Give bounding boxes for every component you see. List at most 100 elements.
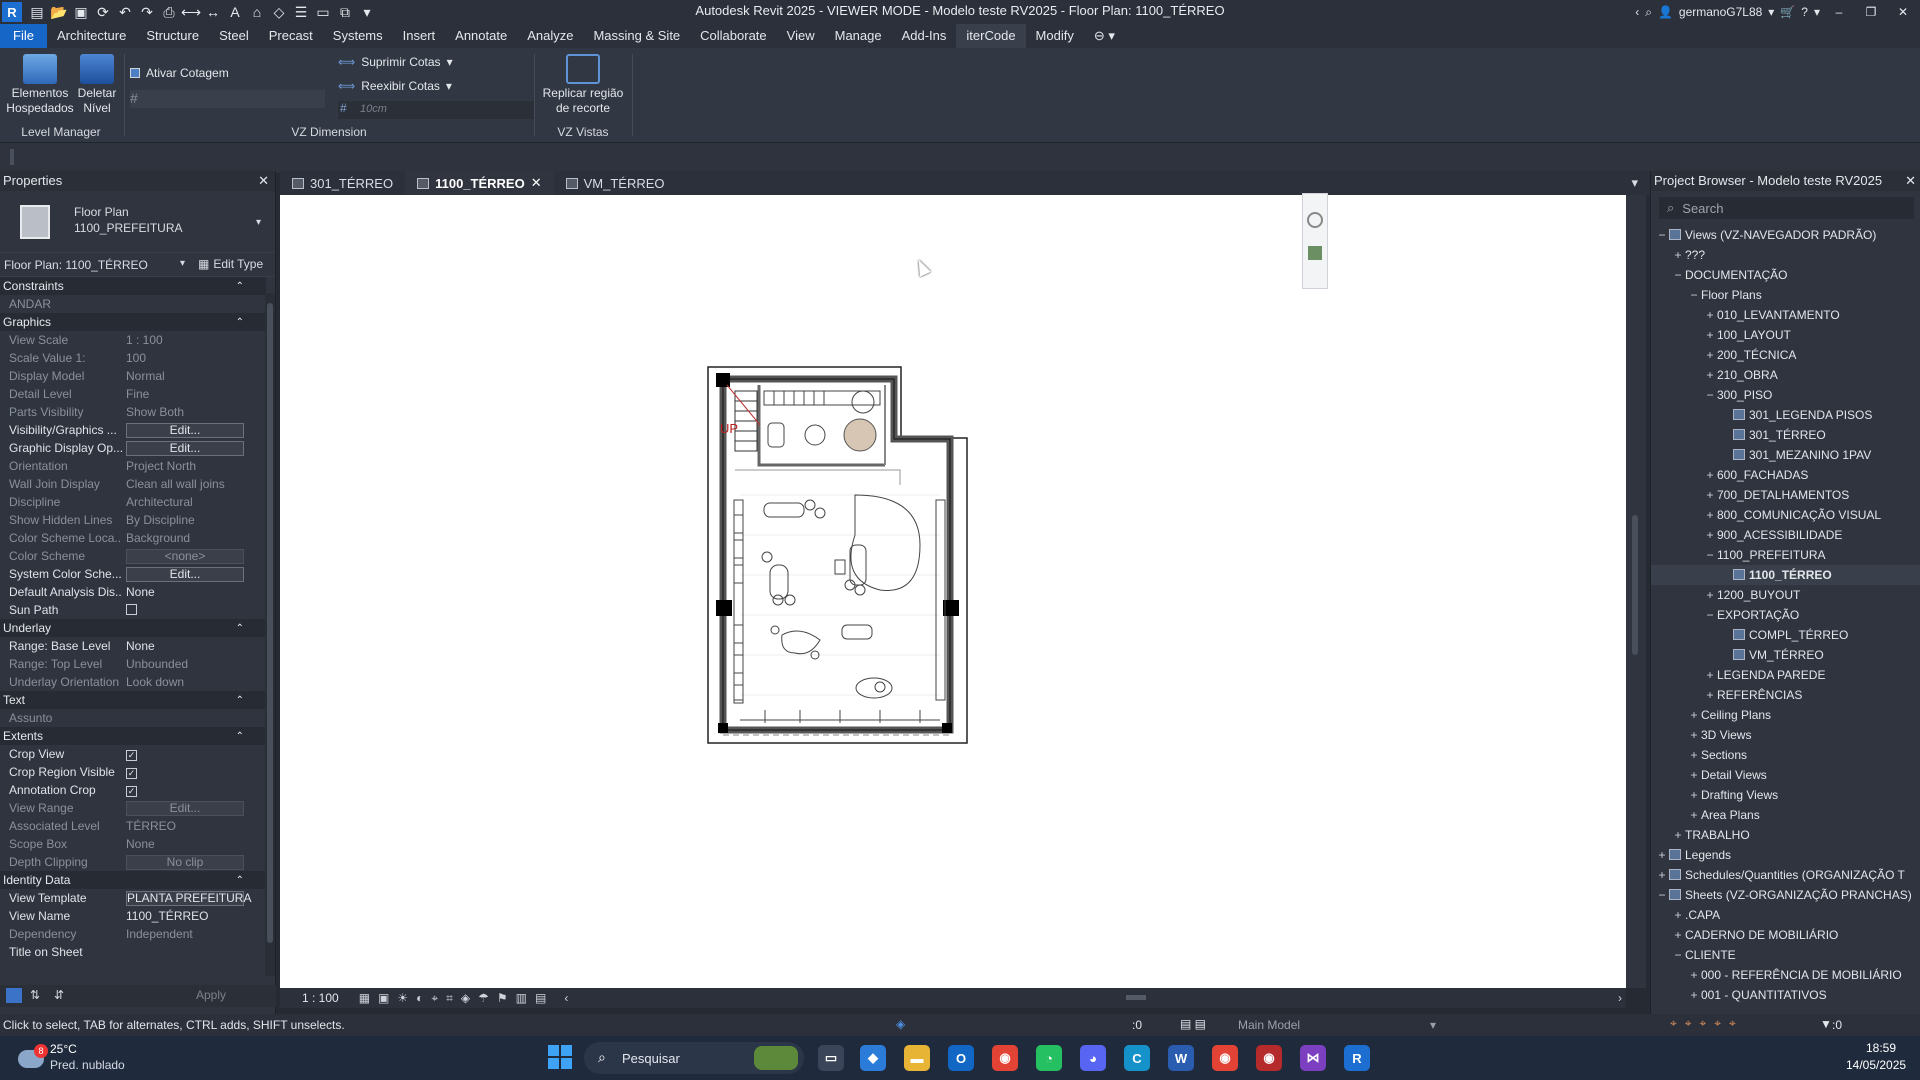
chevron-left-icon[interactable]: ‹ [1635,5,1639,19]
task-view-icon[interactable]: ▭ [818,1045,844,1071]
chrome-profile-icon[interactable]: ◉ [1212,1045,1238,1071]
outlook-icon[interactable]: O [948,1045,974,1071]
browser-item[interactable]: +??? [1651,245,1920,265]
group-extents[interactable]: Extents [0,727,266,746]
expand-icon[interactable]: + [1703,465,1717,485]
tab-structure[interactable]: Structure [136,24,209,48]
browser-item[interactable]: + CADERNO DE MOBILIÁRIO [1651,925,1920,945]
expand-icon[interactable]: + [1703,505,1717,525]
customize-qat-icon[interactable]: ▾ [356,2,378,22]
clock-date[interactable]: 14/05/2025 [1846,1058,1906,1072]
expand-icon[interactable]: + [1687,745,1701,765]
collapse-icon[interactable]: − [1687,285,1701,305]
prop-annotation-crop[interactable]: Annotation Crop ✓ [0,781,266,799]
tab-view[interactable]: View [777,24,825,48]
clock-time[interactable]: 18:59 [1866,1041,1896,1055]
prop-title-on-sheet[interactable]: Title on Sheet [0,943,266,961]
annotation-crop-checkbox[interactable]: ✓ [126,786,137,797]
chevron-left-icon[interactable]: ‹ [564,991,568,1005]
crop-region-checkbox[interactable]: ✓ [126,768,137,779]
sort-icon[interactable]: ⇅ [30,988,40,1002]
collapse-icon[interactable]: − [1671,945,1685,965]
browser-item[interactable]: +210_OBRA [1651,365,1920,385]
browser-search-input[interactable]: ⌕ Search [1659,197,1914,219]
prop-crop-view[interactable]: Crop View ✓ [0,745,266,763]
browser-item[interactable]: + Ceiling Plans [1651,705,1920,725]
tab-modify[interactable]: Modify [1026,24,1084,48]
view-tab-1100-terreo[interactable]: 1100_TÉRREO ✕ [405,171,554,195]
prop-color-scheme[interactable]: Color Scheme <none> [0,547,266,565]
browser-item[interactable]: + Sections [1651,745,1920,765]
browser-item[interactable]: − DOCUMENTAÇÃO [1651,265,1920,285]
browser-item[interactable]: 301_TÉRREO [1651,425,1920,445]
vis-graphics-edit-button[interactable]: Edit... [126,423,244,438]
sync-icon[interactable]: ⟳ [92,2,114,22]
reexibir-cotas-button[interactable]: ⟺ Reexibir Cotas ▾ [338,79,452,93]
tab-systems[interactable]: Systems [323,24,393,48]
prop-andar[interactable]: ANDAR [0,295,266,313]
expand-icon[interactable]: + [1703,665,1717,685]
tab-annotate[interactable]: Annotate [445,24,517,48]
active-model[interactable]: Main Model [1238,1018,1300,1032]
prop-parts-visibility[interactable]: Parts Visibility Show Both [0,403,266,421]
user-name[interactable]: germanoG7L88 [1679,5,1762,19]
apply-button[interactable]: Apply [196,988,226,1002]
design-options-icon[interactable]: ▤ ▤ [1180,1017,1206,1031]
word-icon[interactable]: W [1168,1045,1194,1071]
crop-view-checkbox[interactable]: ✓ [126,750,137,761]
expand-icon[interactable]: + [1703,305,1717,325]
help-icon[interactable]: ? [1801,5,1808,19]
instance-selector[interactable]: Floor Plan: 1100_TÉRREO [4,258,148,272]
prop-scope-box[interactable]: Scope Box None [0,835,266,853]
revit-logo-icon[interactable]: R [2,2,22,22]
browser-item[interactable]: + Area Plans [1651,805,1920,825]
tab-analyze[interactable]: Analyze [517,24,583,48]
home-icon[interactable]: ▤ [26,2,48,22]
tab-add-ins[interactable]: Add-Ins [892,24,957,48]
prop-top-level[interactable]: Range: Top Level Unbounded [0,655,266,673]
prop-view-range[interactable]: View Range Edit... [0,799,266,817]
chrome-alt-icon[interactable]: ◉ [1256,1045,1282,1071]
suprimir-cotas-button[interactable]: ⟺ Suprimir Cotas ▾ [338,55,453,69]
properties-help-icon[interactable] [6,988,22,1003]
text-icon[interactable]: A [224,2,246,22]
redo-icon[interactable]: ↷ [136,2,158,22]
scrollbar-thumb[interactable] [1632,515,1638,655]
close-hidden-icon[interactable]: ▭ [312,2,334,22]
prop-assunto[interactable]: Assunto [0,709,266,727]
open-icon[interactable]: 📂 [48,2,70,22]
prop-view-scale[interactable]: View Scale 1 : 100 [0,331,266,349]
browser-item[interactable]: +600_FACHADAS [1651,465,1920,485]
switch-windows-icon[interactable]: ⧉ [334,2,356,22]
browser-item[interactable]: +1200_BUYOUT [1651,585,1920,605]
tab-file[interactable]: File [0,24,47,48]
expand-icon[interactable]: + [1671,925,1685,945]
view-scale[interactable]: 1 : 100 [302,991,339,1005]
system-color-edit-button[interactable]: Edit... [126,567,244,582]
prop-default-analysis[interactable]: Default Analysis Dis... None [0,583,266,601]
drawing-canvas[interactable]: UP [280,193,1626,988]
prop-view-template[interactable]: View Template PLANTA PREFEITURA [0,889,266,907]
taskbar-search[interactable]: ⌕ Pesquisar [584,1042,804,1074]
ribbon-toggle-icon[interactable]: ⊖ ▾ [1084,24,1125,48]
collapse-icon[interactable]: − [1655,885,1669,905]
browser-item[interactable]: −1100_PREFEITURA [1651,545,1920,565]
expand-icon[interactable]: + [1671,825,1685,845]
canvas-vertical-scrollbar[interactable] [1626,195,1646,988]
thin-lines-icon[interactable]: ☰ [290,2,312,22]
prop-underlay-orientation[interactable]: Underlay Orientation Look down [0,673,266,691]
browser-item[interactable]: 1100_TÉRREO [1651,565,1920,585]
browser-item[interactable]: +010_LEVANTAMENTO [1651,305,1920,325]
browser-item[interactable]: +200_TÉCNICA [1651,345,1920,365]
expand-icon[interactable]: + [1671,905,1685,925]
browser-item[interactable]: 301_MEZANINO 1PAV [1651,445,1920,465]
chevron-down-icon[interactable]: ▾ [1430,1018,1436,1032]
view-template-button[interactable]: PLANTA PREFEITURA [126,891,251,906]
depth-clipping-button[interactable]: No clip [126,855,244,870]
properties-scrollbar[interactable] [265,293,275,976]
browser-item[interactable]: + Schedules/Quantities (ORGANIZAÇÃO T [1651,865,1920,885]
visual-studio-icon[interactable]: ⋈ [1300,1045,1326,1071]
sort-desc-icon[interactable]: ⇵ [54,988,64,1002]
prop-discipline[interactable]: Discipline Architectural [0,493,266,511]
group-underlay[interactable]: Underlay [0,619,266,638]
